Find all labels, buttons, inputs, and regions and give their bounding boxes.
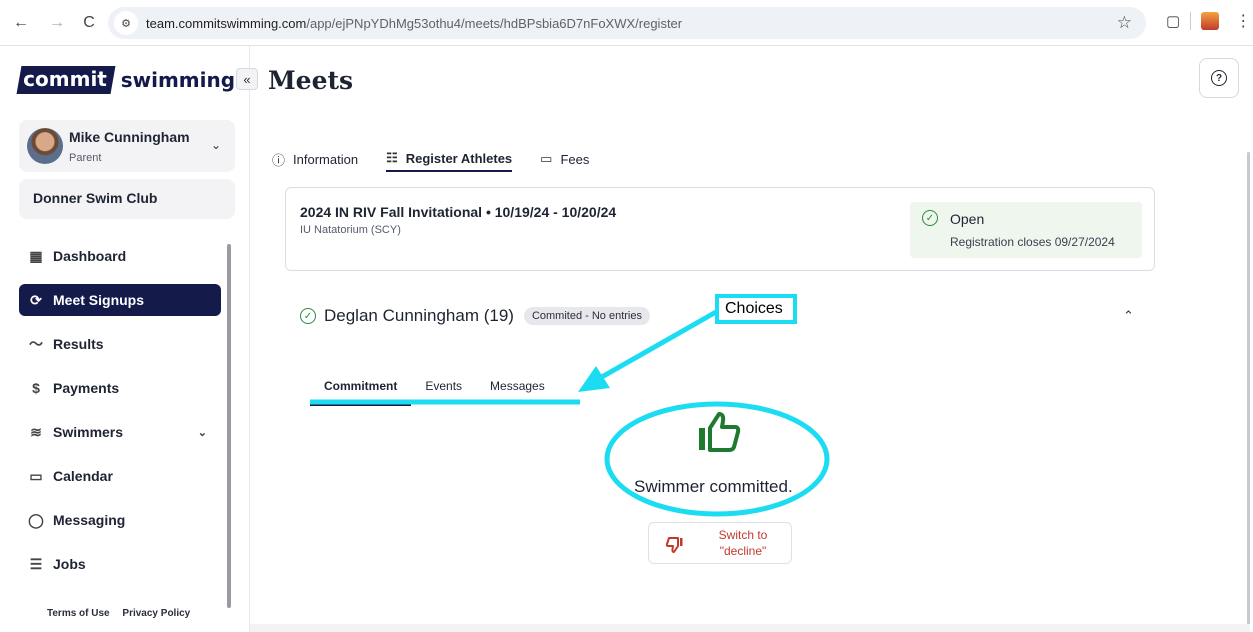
- site-settings-icon[interactable]: ⚙: [114, 11, 138, 35]
- tab-label: Information: [293, 151, 359, 167]
- calendar-icon: ▭: [29, 467, 43, 484]
- sidebar-nav: ▦ Dashboard ⟳ Meet Signups 〜 Results $ Payme…: [19, 240, 221, 592]
- meet-signups-icon: ⟳: [30, 291, 42, 308]
- sidebar-item-label: Payments: [53, 380, 120, 396]
- annotation-arrowhead: [578, 366, 610, 392]
- sidebar-item-calendar[interactable]: ▭ Calendar: [19, 460, 221, 492]
- status-badge: Commited - No entries: [523, 307, 650, 325]
- sidebar-item-label: Messaging: [53, 512, 126, 528]
- footer-links: Terms of Use Privacy Policy: [47, 608, 200, 619]
- messaging-icon: ◯: [28, 511, 44, 528]
- status-label: Open: [950, 211, 985, 227]
- page-title: Meets: [268, 66, 354, 95]
- meet-card: 2024 IN RIV Fall Invitational • 10/19/24…: [285, 187, 1155, 271]
- dashboard-icon: ▦: [29, 247, 43, 264]
- check-circle-icon: ✓: [300, 308, 316, 324]
- athlete-name: Deglan Cunningham (19): [324, 306, 514, 325]
- swimmers-icon: ≋: [30, 423, 42, 440]
- user-role: Parent: [69, 152, 102, 164]
- sidebar: commit swimming « Mike Cunningham Parent…: [0, 46, 258, 632]
- tab-label: Fees: [560, 151, 590, 167]
- meet-title: 2024 IN RIV Fall Invitational • 10/19/24…: [300, 204, 617, 220]
- help-icon: ?: [1211, 70, 1227, 86]
- tab-information[interactable]: ⓘ Information: [272, 146, 358, 172]
- back-icon[interactable]: ←: [8, 10, 34, 36]
- url-host: team.commitswimming.com: [146, 15, 307, 31]
- extensions-icon[interactable]: ▢: [1166, 12, 1180, 30]
- club-name: Donner Swim Club: [33, 190, 158, 206]
- info-icon: ⓘ: [272, 152, 286, 168]
- sidebar-item-results[interactable]: 〜 Results: [19, 328, 221, 360]
- thumbs-up-icon: [699, 412, 741, 452]
- switch-label: Switch to "decline": [705, 527, 781, 559]
- athlete-header[interactable]: ✓ Deglan Cunningham (19) Commited - No e…: [300, 306, 650, 326]
- sidebar-item-swimmers[interactable]: ≋ Swimmers ⌄: [19, 416, 221, 448]
- sidebar-scrollbar[interactable]: [227, 244, 231, 608]
- check-circle-icon: ✓: [922, 210, 938, 226]
- payments-icon: $: [32, 380, 40, 396]
- privacy-link[interactable]: Privacy Policy: [122, 608, 190, 619]
- switch-label-line2: "decline": [719, 544, 767, 558]
- logo-commit: commit: [16, 66, 116, 94]
- browser-toolbar: ← → C ⚙ team.commitswimming.com/app/ejPN…: [0, 0, 1253, 46]
- tab-register-athletes[interactable]: ☷ Register Athletes: [386, 146, 513, 172]
- terms-link[interactable]: Terms of Use: [47, 608, 110, 619]
- tab-label: Register Athletes: [405, 150, 513, 166]
- extension-area: ▢ ⋮: [1166, 11, 1251, 31]
- annotation-label: Choices: [715, 294, 797, 324]
- sidebar-item-jobs[interactable]: ☰ Jobs: [19, 548, 221, 580]
- chevron-down-icon: ⌄: [210, 138, 221, 152]
- thumbs-down-icon: [665, 537, 683, 553]
- chevron-up-icon[interactable]: ⌃: [1123, 308, 1134, 324]
- url-text[interactable]: team.commitswimming.com/app/ejPNpYDhMg53…: [146, 16, 682, 31]
- profile-icon[interactable]: [1201, 12, 1220, 30]
- sidebar-item-label: Calendar: [53, 468, 113, 484]
- sidebar-item-meet-signups[interactable]: ⟳ Meet Signups: [19, 284, 221, 316]
- athlete-tabs: Commitment Events Messages: [310, 378, 559, 406]
- forward-icon[interactable]: →: [44, 10, 70, 36]
- sidebar-item-label: Meet Signups: [53, 292, 145, 308]
- register-icon: ☷: [386, 150, 398, 165]
- tab-messages[interactable]: Messages: [476, 378, 559, 406]
- bottom-strip: [250, 624, 1250, 632]
- chevron-down-icon: ⌄: [197, 426, 207, 439]
- logo-swimming-text: swimming: [120, 68, 236, 92]
- registration-status: ✓ Open Registration closes 09/27/2024: [910, 202, 1142, 258]
- sidebar-item-payments[interactable]: $ Payments: [19, 372, 221, 404]
- switch-label-line1: Switch to: [718, 528, 768, 542]
- tab-events[interactable]: Events: [411, 378, 476, 406]
- avatar: [27, 128, 63, 164]
- results-icon: 〜: [29, 336, 43, 352]
- sidebar-item-messaging[interactable]: ◯ Messaging: [19, 504, 221, 536]
- browser-menu-icon[interactable]: ⋮: [1235, 11, 1251, 31]
- club-selector[interactable]: Donner Swim Club: [19, 179, 235, 219]
- main-scrollbar[interactable]: [1247, 152, 1250, 628]
- switch-to-decline-button[interactable]: Switch to "decline": [648, 522, 792, 564]
- fees-icon: ▭: [540, 151, 553, 166]
- committed-message: Swimmer committed.: [634, 477, 793, 496]
- sidebar-item-label: Swimmers: [53, 424, 124, 440]
- address-bar[interactable]: ⚙ team.commitswimming.com/app/ejPNpYDhMg…: [108, 7, 1146, 39]
- sidebar-item-label: Dashboard: [53, 248, 127, 264]
- meet-venue: IU Natatorium (SCY): [300, 224, 401, 236]
- url-path: /app/ejPNpYDhMg53othu4/meets/hdBPsbia6D7…: [306, 15, 683, 31]
- collapse-sidebar-button[interactable]: «: [236, 68, 258, 90]
- user-name: Mike Cunningham: [69, 129, 190, 145]
- tab-fees[interactable]: ▭ Fees: [540, 146, 589, 172]
- sidebar-item-label: Results: [53, 336, 104, 352]
- divider: [1190, 12, 1192, 30]
- reload-icon[interactable]: C: [76, 10, 102, 36]
- jobs-icon: ☰: [29, 555, 43, 572]
- help-button[interactable]: ?: [1199, 58, 1239, 98]
- bookmark-star-icon[interactable]: ☆: [1117, 13, 1132, 33]
- tab-commitment[interactable]: Commitment: [310, 378, 412, 406]
- sidebar-item-dashboard[interactable]: ▦ Dashboard: [19, 240, 221, 272]
- logo-commit-text: commit: [23, 67, 107, 91]
- meet-tabs: ⓘ Information ☷ Register Athletes ▭ Fees: [272, 146, 617, 172]
- logo[interactable]: commit swimming: [16, 66, 236, 94]
- registration-closes: Registration closes 09/27/2024: [950, 235, 1115, 249]
- user-menu[interactable]: Mike Cunningham Parent ⌄: [19, 120, 235, 172]
- sidebar-item-label: Jobs: [53, 556, 86, 572]
